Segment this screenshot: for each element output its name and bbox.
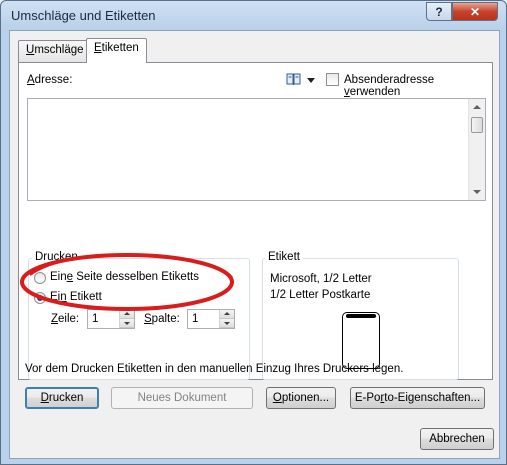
- row-value: 1: [92, 313, 99, 325]
- radio-full-page[interactable]: [34, 272, 46, 284]
- sender-address-checkbox[interactable]: [326, 73, 339, 86]
- tab-label: tiketten: [101, 42, 139, 54]
- label-group-title: Etikett: [265, 251, 303, 263]
- column-down-icon[interactable]: [220, 319, 234, 328]
- label-group[interactable]: Etikett Microsoft, 1/2 Letter 1/2 Letter…: [262, 251, 459, 380]
- opt2-post: Etikett: [66, 291, 102, 303]
- column-up-icon[interactable]: [220, 310, 234, 319]
- address-label: Adresse:: [27, 74, 72, 86]
- column-label-text: palte:: [151, 313, 180, 325]
- address-label-text: dresse:: [34, 74, 73, 86]
- scroll-up-icon[interactable]: [473, 105, 481, 109]
- options-button[interactable]: Optionen...: [266, 387, 336, 409]
- radio-single-label[interactable]: [34, 292, 46, 304]
- tab-etiketten[interactable]: Etiketten: [86, 38, 147, 63]
- close-button[interactable]: ✕: [452, 2, 498, 21]
- row-label-text: eile:: [58, 313, 80, 325]
- address-textarea[interactable]: [27, 98, 486, 201]
- print-button[interactable]: Drucken: [25, 387, 99, 409]
- print-group-title: Drucken: [32, 251, 81, 263]
- help-button[interactable]: ?: [426, 2, 452, 21]
- opt1-post: Seite desselben Etiketts: [73, 271, 199, 283]
- print-button-mnemonic: D: [40, 392, 49, 404]
- sender-label-pre: Absenderadresse: [344, 74, 435, 86]
- etiketten-panel: Adresse: Absenderadresse verwenden Druck…: [18, 62, 493, 380]
- tab-label: mschläge: [34, 44, 84, 56]
- scroll-thumb[interactable]: [471, 117, 483, 133]
- eporto-label-pre: E-Po: [354, 392, 381, 404]
- opt1-pre: Ein: [50, 271, 67, 283]
- address-label-mnemonic: A: [27, 74, 35, 86]
- row-up-icon[interactable]: [120, 310, 134, 319]
- row-down-icon[interactable]: [120, 319, 134, 328]
- address-scrollbar[interactable]: [468, 99, 485, 200]
- row-stepper[interactable]: 1: [87, 309, 135, 329]
- options-button-mnemonic: O: [272, 392, 282, 404]
- print-button-label: rucken: [48, 392, 84, 404]
- label-preview-image: [342, 312, 380, 369]
- label-line-1: Microsoft, 1/2 Letter: [270, 273, 372, 285]
- print-group: Drucken Eine Seite desselben Etiketts Ei…: [28, 251, 250, 380]
- column-value: 1: [192, 313, 199, 325]
- row-label-mnemonic: Z: [51, 313, 59, 325]
- sender-label-post: erwenden: [349, 86, 401, 98]
- radio-full-page-label: Eine Seite desselben Etiketts: [50, 271, 199, 283]
- column-stepper[interactable]: 1: [187, 309, 235, 329]
- opt2-pre: Ei: [50, 291, 61, 303]
- row-label: Zeile:: [51, 313, 79, 325]
- eporto-properties-button[interactable]: E-Po r to-Eigenschaften...: [350, 387, 485, 409]
- label-line-2: 1/2 Letter Postkarte: [270, 289, 371, 301]
- eporto-label-post: to-Eigenschaften...: [384, 392, 481, 404]
- dialog-client: Umschläge Etiketten Adresse: Absenderadr…: [9, 30, 500, 459]
- radio-single-label-text: Ein Etikett: [50, 291, 102, 303]
- cancel-button[interactable]: Abbrechen: [420, 428, 494, 450]
- new-document-button[interactable]: Neues Dokument: [111, 387, 253, 409]
- label-preview-band: [346, 314, 376, 318]
- chevron-down-icon[interactable]: [307, 78, 315, 83]
- sender-address-label: Absenderadresse verwenden: [344, 74, 492, 98]
- hint-text: Vor dem Drucken Etiketten in den manuell…: [25, 363, 404, 375]
- column-label: Spalte:: [144, 313, 180, 325]
- dialog-window: Umschläge und Etiketten ? ✕ Umschläge Et…: [0, 0, 507, 465]
- window-title: Umschläge und Etiketten: [11, 8, 156, 23]
- address-book-icon[interactable]: [286, 73, 302, 86]
- options-button-label: ptionen...: [281, 392, 330, 404]
- tab-label-mnemonic: E: [94, 42, 102, 54]
- tab-umschlaege[interactable]: Umschläge: [18, 40, 92, 62]
- column-label-mnemonic: S: [144, 313, 152, 325]
- scroll-down-icon[interactable]: [473, 190, 481, 194]
